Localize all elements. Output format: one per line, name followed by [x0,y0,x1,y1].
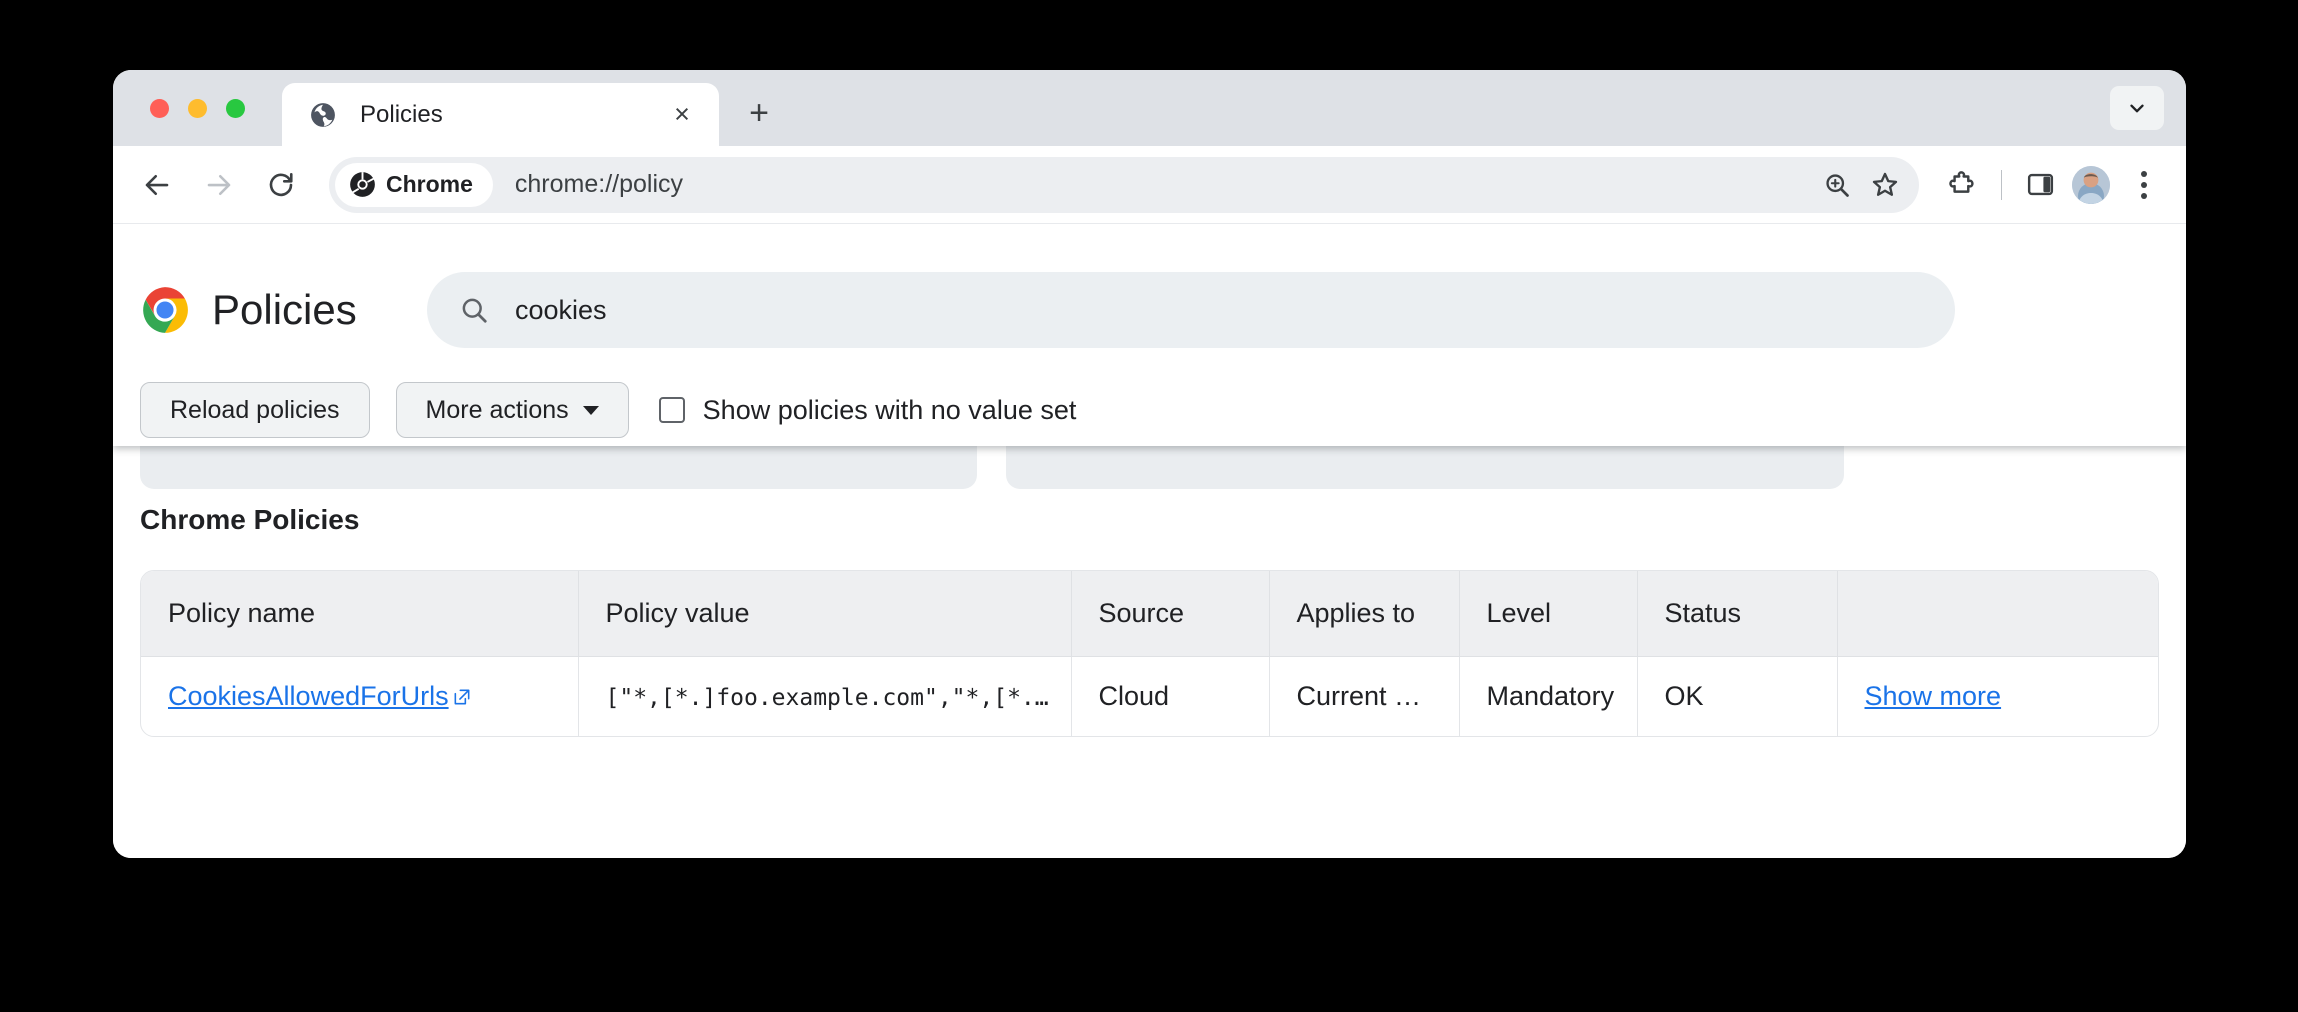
cell-level: Mandatory [1459,657,1637,737]
tab-close-button[interactable]: × [667,100,697,130]
policy-table-container: Policy name Policy value Source Applies … [140,570,2159,737]
tab-search-button[interactable] [2110,86,2164,130]
forward-arrow-icon [204,170,234,200]
policy-value-text: ["*,[*.]foo.example.com","*,[*.… [606,685,1049,711]
three-dot-menu-button[interactable] [2118,159,2170,211]
more-actions-label: More actions [426,396,569,425]
column-header-actions [1837,571,2158,657]
more-actions-button[interactable]: More actions [396,382,629,438]
star-icon [1870,170,1900,200]
table-header-row: Policy name Policy value Source Applies … [141,571,2158,657]
cell-policy-name: CookiesAllowedForUrls [141,657,578,737]
omnibox-chrome-chip: Chrome [335,163,493,207]
column-header-source[interactable]: Source [1071,571,1269,657]
column-header-level[interactable]: Level [1459,571,1637,657]
page-title: Policies [212,286,357,334]
column-header-applies-to[interactable]: Applies to [1269,571,1459,657]
policy-name-link[interactable]: CookiesAllowedForUrls [168,681,472,712]
show-no-value-label: Show policies with no value set [703,395,1077,426]
search-input[interactable]: cookies [427,272,1955,348]
policy-page-content: Policies cookies Reload policies More ac… [113,224,2186,858]
show-no-value-checkbox-row[interactable]: Show policies with no value set [659,395,1077,426]
extensions-button[interactable] [1937,159,1989,211]
avatar[interactable] [2072,166,2110,204]
avatar-image [2072,166,2110,204]
omnibox-url-text: chrome://policy [515,170,1811,199]
side-panel-icon [2026,170,2055,199]
globe-icon [310,102,336,128]
back-arrow-icon [142,170,172,200]
policy-table: Policy name Policy value Source Applies … [141,571,2158,736]
column-header-status[interactable]: Status [1637,571,1837,657]
search-input-value: cookies [515,295,607,326]
window-minimize-button[interactable] [188,99,207,118]
column-header-policy-name[interactable]: Policy name [141,571,578,657]
search-icon [459,295,489,325]
zoom-indicator-button[interactable] [1815,163,1859,207]
table-row: CookiesAllowedForUrls ["*,[*.]foo.ex [141,657,2158,737]
chevron-down-icon [2126,97,2148,119]
menu-dot [2141,171,2147,177]
menu-dot [2141,182,2147,188]
toolbar-divider [2001,170,2002,200]
menu-dot [2141,193,2147,199]
section-heading: Chrome Policies [140,504,2186,536]
show-more-link[interactable]: Show more [1865,681,2002,711]
browser-window: Policies × + [113,70,2186,858]
tab-strip: Policies × + [113,70,2186,146]
browser-tab[interactable]: Policies × [282,83,719,146]
policy-name-text: CookiesAllowedForUrls [168,681,449,712]
cell-actions: Show more [1837,657,2158,737]
reload-icon [266,170,296,200]
window-zoom-button[interactable] [226,99,245,118]
side-panel-button[interactable] [2014,159,2066,211]
puzzle-piece-icon [1948,169,1979,200]
cell-applies-to: Current … [1269,657,1459,737]
browser-toolbar: Chrome chrome://policy [113,146,2186,224]
caret-down-icon [583,406,599,415]
new-tab-button[interactable]: + [738,92,780,134]
window-traffic-lights [150,99,245,118]
policies-sticky-header: Policies cookies Reload policies More ac… [113,224,2186,446]
column-header-policy-value[interactable]: Policy value [578,571,1071,657]
reload-policies-button[interactable]: Reload policies [140,382,370,438]
policy-actions-row: Reload policies More actions Show polici… [140,382,1076,438]
policies-brand: Policies [140,272,357,348]
window-close-button[interactable] [150,99,169,118]
cell-status: OK [1637,657,1837,737]
cell-source: Cloud [1071,657,1269,737]
cell-policy-value: ["*,[*.]foo.example.com","*,[*.… [578,657,1071,737]
tab-title: Policies [360,101,443,129]
back-button[interactable] [131,159,183,211]
forward-button[interactable] [193,159,245,211]
show-no-value-checkbox[interactable] [659,397,685,423]
omnibox-chip-label: Chrome [386,171,473,198]
external-link-icon [452,687,472,707]
chrome-policies-section: Chrome Policies Policy name Policy value… [113,504,2186,737]
address-bar[interactable]: Chrome chrome://policy [329,157,1919,213]
chrome-icon [349,171,376,198]
zoom-in-icon [1823,171,1851,199]
chrome-logo [140,285,190,335]
bookmark-button[interactable] [1863,163,1907,207]
reload-button[interactable] [255,159,307,211]
